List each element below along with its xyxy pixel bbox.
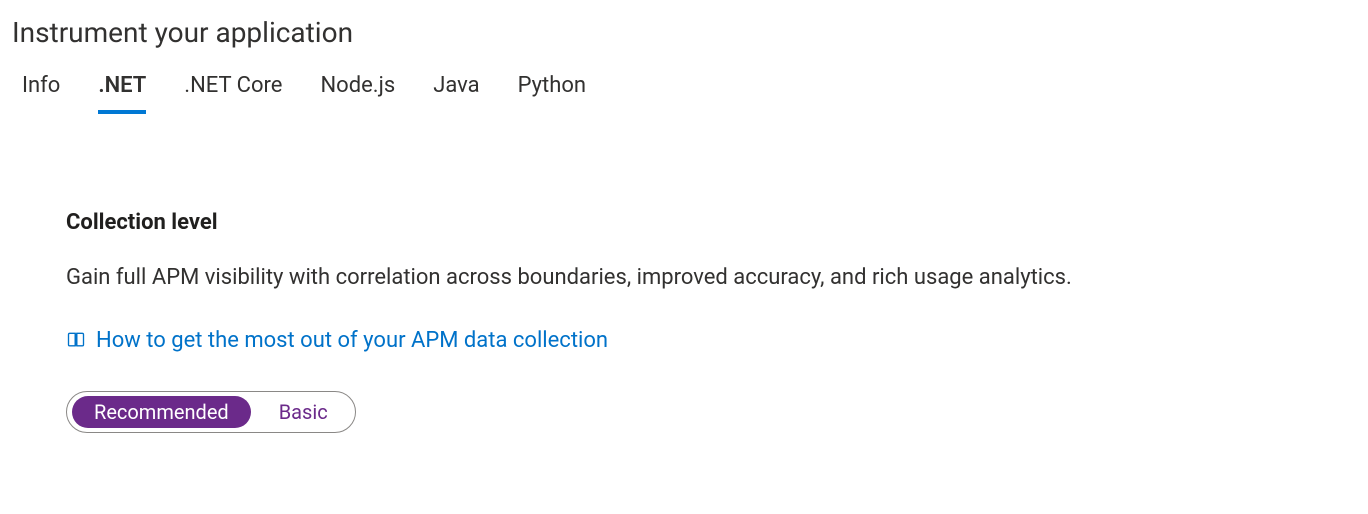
tab-nodejs[interactable]: Node.js	[320, 73, 395, 114]
page-title: Instrument your application	[0, 0, 1368, 73]
tab-dotnet-core[interactable]: .NET Core	[184, 73, 282, 114]
section-description: Gain full APM visibility with correlatio…	[66, 263, 1368, 294]
toggle-basic[interactable]: Basic	[257, 396, 350, 428]
tab-python[interactable]: Python	[518, 73, 586, 114]
collection-level-toggle: Recommended Basic	[66, 391, 356, 433]
tab-java[interactable]: Java	[433, 73, 479, 114]
book-icon	[66, 330, 86, 350]
tab-info[interactable]: Info	[22, 73, 60, 114]
section-heading: Collection level	[66, 210, 1368, 235]
toggle-recommended[interactable]: Recommended	[72, 396, 251, 428]
tab-dotnet[interactable]: .NET	[98, 73, 146, 114]
doc-link-row: How to get the most out of your APM data…	[66, 328, 1368, 353]
content-area: Collection level Gain full APM visibilit…	[0, 130, 1368, 433]
tabs-container: Info .NET .NET Core Node.js Java Python	[0, 73, 1368, 114]
doc-link[interactable]: How to get the most out of your APM data…	[96, 328, 608, 353]
